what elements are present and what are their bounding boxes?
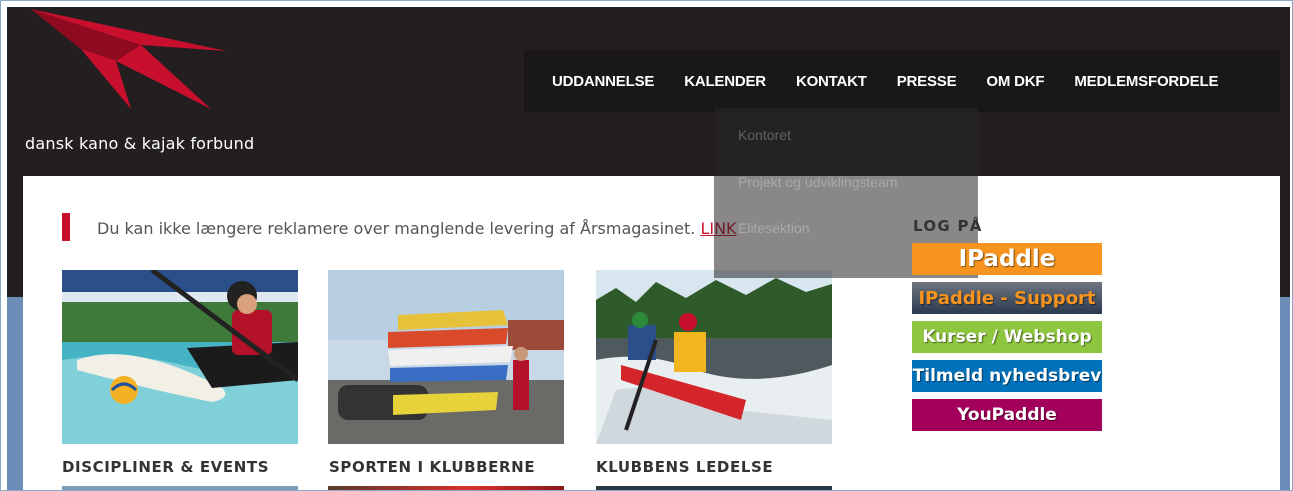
nav-item-uddannelse[interactable]: UDDANNELSE — [524, 73, 669, 90]
newsletter-signup-button[interactable]: Tilmeld nyhedsbrev — [912, 360, 1102, 392]
tile-title-disciplines[interactable]: DISCIPLINER & EVENTS — [62, 458, 269, 476]
dropdown-item-projekt[interactable]: Projekt og udviklingsteam — [738, 174, 898, 190]
notice-message: Du kan ikke længere reklamere over mangl… — [97, 219, 737, 238]
dropdown-item-kontoret[interactable]: Kontoret — [738, 127, 791, 143]
tile-image-disciplines[interactable] — [62, 270, 298, 444]
youpaddle-button[interactable]: YouPaddle — [912, 399, 1102, 431]
tile-next-image — [596, 486, 832, 490]
tile-image-club-management[interactable] — [596, 270, 832, 444]
tile-title-club-management[interactable]: KLUBBENS LEDELSE — [596, 458, 773, 476]
nav-item-presse[interactable]: PRESSE — [882, 73, 972, 90]
nav-item-om-dkf[interactable]: OM DKF — [971, 73, 1059, 90]
dkf-logo-icon[interactable] — [21, 9, 251, 119]
ipaddle-support-button[interactable]: IPaddle - Support — [912, 282, 1102, 314]
tile-next-image — [62, 486, 298, 490]
ipaddle-button[interactable]: IPaddle — [912, 243, 1102, 275]
notice-text: Du kan ikke længere reklamere over mangl… — [97, 219, 701, 238]
nav-item-medlemsfordele[interactable]: MEDLEMSFORDELE — [1059, 73, 1233, 90]
kurser-webshop-button[interactable]: Kurser / Webshop — [912, 321, 1102, 353]
dropdown-item-elitesektion[interactable]: Elitesektion — [738, 220, 810, 236]
browser-viewport: dansk kano & kajak forbund UDDANNELSE KA… — [0, 0, 1293, 491]
nav-item-kontakt[interactable]: KONTAKT — [781, 73, 882, 90]
notice-accent-bar — [62, 213, 70, 241]
login-title: LOG PÅ — [913, 217, 983, 235]
tile-title-club-sport[interactable]: SPORTEN I KLUBBERNE — [329, 458, 535, 476]
main-nav: UDDANNELSE KALENDER KONTAKT PRESSE OM DK… — [524, 50, 1280, 112]
tile-next-image — [328, 486, 564, 490]
nav-item-kalender[interactable]: KALENDER — [669, 73, 781, 90]
tile-image-club-sport[interactable] — [328, 270, 564, 444]
brand-name[interactable]: dansk kano & kajak forbund — [25, 134, 254, 153]
